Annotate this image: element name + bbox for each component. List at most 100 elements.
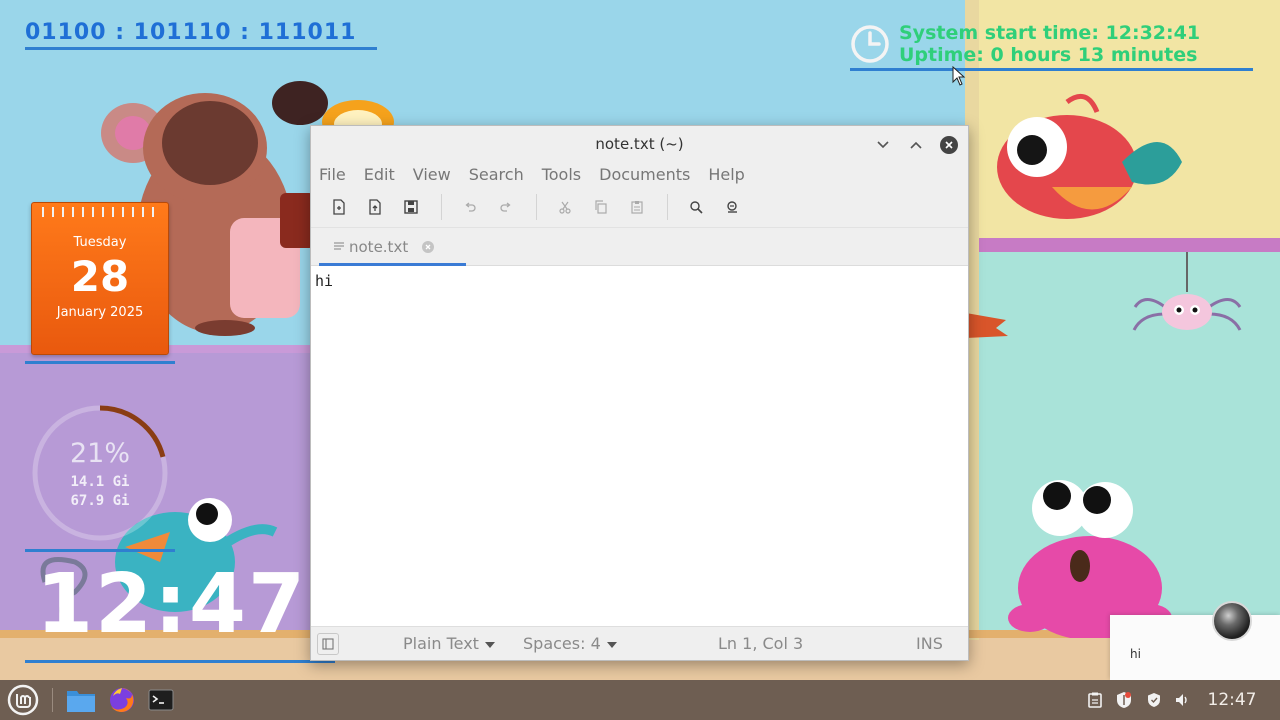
taskbar: 12:47 xyxy=(0,680,1280,720)
tab-width-selector[interactable]: Spaces: 4 xyxy=(523,634,617,653)
toolbar-separator xyxy=(667,193,668,220)
divider xyxy=(25,660,335,663)
redo-button[interactable] xyxy=(492,193,520,221)
notification-popup[interactable]: hi xyxy=(1110,601,1280,680)
side-panel-icon xyxy=(322,638,334,650)
tab-close-icon[interactable] xyxy=(422,241,435,253)
shield-icon xyxy=(1117,692,1131,708)
terminal-button[interactable] xyxy=(142,680,180,720)
calendar-rings xyxy=(42,207,154,217)
active-tab-indicator xyxy=(319,263,466,266)
find-replace-button[interactable] xyxy=(718,193,746,221)
copy-icon xyxy=(595,199,607,214)
memory-used: 14.1 Gi xyxy=(70,474,130,490)
cut-button[interactable] xyxy=(551,193,579,221)
window-titlebar[interactable]: note.txt (~) xyxy=(311,126,968,162)
start-time-value: 12:32:41 xyxy=(1105,22,1201,44)
divider xyxy=(25,549,175,552)
memory-gauge-widget: 21% 14.1 Gi 67.9 Gi xyxy=(25,398,175,548)
toggle-side-panel-button[interactable] xyxy=(317,633,339,655)
leaf-illustration xyxy=(966,313,1008,338)
start-menu-button[interactable] xyxy=(4,680,42,720)
terminal-icon xyxy=(148,689,174,711)
language-label: Plain Text xyxy=(403,634,479,653)
folder-icon xyxy=(67,691,95,712)
start-time-line: System start time: 12:32:41 xyxy=(899,22,1253,44)
chevron-up-icon xyxy=(910,141,922,149)
text-editor-window: note.txt (~) File Edit View Search Tools… xyxy=(310,125,969,661)
system-info-widget: System start time: 12:32:41 Uptime: 0 ho… xyxy=(850,22,1253,71)
uptime-value: 0 hours 13 minutes xyxy=(990,44,1198,66)
undo-icon xyxy=(465,201,476,212)
shield-check-icon xyxy=(1148,693,1160,707)
dropdown-arrow-icon xyxy=(606,641,617,648)
clipboard-icon xyxy=(1088,692,1102,708)
find-replace-icon xyxy=(727,200,737,213)
firefox-button[interactable] xyxy=(103,680,141,720)
open-document-button[interactable] xyxy=(361,193,389,221)
update-manager-tray-button[interactable] xyxy=(1113,680,1135,720)
menu-documents[interactable]: Documents xyxy=(599,165,690,184)
find-button[interactable] xyxy=(682,193,710,221)
memory-percent: 21% xyxy=(69,438,130,469)
tab-width-label: Spaces: 4 xyxy=(523,634,601,653)
menu-edit[interactable]: Edit xyxy=(364,165,395,184)
tab-note-txt[interactable]: note.txt xyxy=(319,228,467,266)
taskbar-separator xyxy=(52,688,53,712)
document-lines-icon xyxy=(334,242,344,250)
uptime-label: Uptime: xyxy=(899,44,984,66)
new-document-button[interactable] xyxy=(325,193,353,221)
chevron-down-icon xyxy=(877,141,889,149)
volume-tray-button[interactable] xyxy=(1171,680,1193,720)
menu-search[interactable]: Search xyxy=(469,165,524,184)
paste-button[interactable] xyxy=(623,193,651,221)
save-icon xyxy=(404,199,418,214)
undo-button[interactable] xyxy=(456,193,484,221)
minimize-button[interactable] xyxy=(872,134,894,156)
bird-illustration xyxy=(997,93,1182,219)
save-button[interactable] xyxy=(397,193,425,221)
menu-tools[interactable]: Tools xyxy=(542,165,581,184)
text-editing-area[interactable]: hi xyxy=(311,266,968,624)
dropdown-arrow-icon xyxy=(484,641,495,648)
spider-illustration xyxy=(1132,252,1242,331)
security-tray-button[interactable] xyxy=(1143,680,1165,720)
divider xyxy=(25,361,175,364)
calendar-day: 28 xyxy=(70,252,130,301)
cursor-position: Ln 1, Col 3 xyxy=(718,634,804,653)
close-button[interactable] xyxy=(938,134,960,156)
new-document-icon xyxy=(333,198,345,215)
desktop-clock: 12:47 xyxy=(36,557,308,652)
binary-clock-widget: 01100 : 101110 : 111011 xyxy=(25,20,377,50)
toolbar-separator xyxy=(536,193,537,220)
menu-bar: File Edit View Search Tools Documents He… xyxy=(311,162,968,186)
file-manager-button[interactable] xyxy=(62,680,100,720)
menu-view[interactable]: View xyxy=(413,165,451,184)
menu-file[interactable]: File xyxy=(319,165,346,184)
scissors-icon xyxy=(559,201,571,214)
frog-illustration xyxy=(1008,480,1172,638)
toolbar xyxy=(311,186,968,228)
clock-icon xyxy=(851,25,889,63)
calendar-weekday: Tuesday xyxy=(73,235,127,250)
tab-label: note.txt xyxy=(349,238,409,256)
toolbar-separator xyxy=(441,193,442,220)
clipboard-tray-button[interactable] xyxy=(1084,680,1106,720)
language-selector[interactable]: Plain Text xyxy=(403,634,495,653)
speaker-icon xyxy=(1176,694,1187,706)
linux-mint-logo-icon xyxy=(7,684,39,716)
taskbar-clock[interactable]: 12:47 xyxy=(1200,680,1264,720)
open-document-icon xyxy=(369,198,381,215)
paste-icon xyxy=(631,200,643,214)
search-icon xyxy=(690,200,703,214)
firefox-icon xyxy=(110,688,134,712)
close-icon xyxy=(940,136,958,154)
memory-total: 67.9 Gi xyxy=(70,493,130,509)
notification-body: hi xyxy=(1130,647,1141,661)
maximize-button[interactable] xyxy=(905,134,927,156)
start-time-label: System start time: xyxy=(899,22,1099,44)
insert-mode-indicator: INS xyxy=(916,634,943,653)
copy-button[interactable] xyxy=(587,193,615,221)
redo-icon xyxy=(500,201,511,212)
menu-help[interactable]: Help xyxy=(708,165,744,184)
